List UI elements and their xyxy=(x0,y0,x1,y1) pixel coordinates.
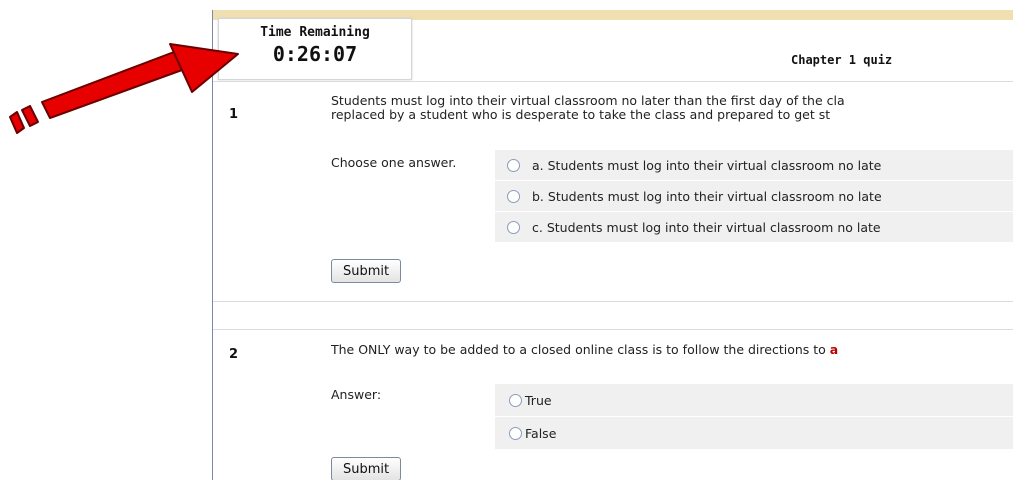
divider xyxy=(213,329,1013,330)
radio-button[interactable] xyxy=(509,426,522,440)
annotation-arrow xyxy=(9,43,239,134)
option-label: a. Students must log into their virtual … xyxy=(532,157,882,173)
option-label: b. Students must log into their virtual … xyxy=(532,188,882,204)
option-row[interactable]: False xyxy=(495,417,1013,449)
options-list: True False xyxy=(495,384,1013,450)
options-list: a. Students must log into their virtual … xyxy=(495,150,1013,243)
option-row[interactable]: c. Students must log into their virtual … xyxy=(495,212,1013,242)
answer-prompt: Choose one answer. xyxy=(331,155,457,170)
question-text-line: The ONLY way to be added to a closed onl… xyxy=(331,342,826,357)
quiz-frame: Time Remaining 0:26:07 Chapter 1 quiz 1 … xyxy=(212,10,1013,480)
option-row[interactable]: True xyxy=(495,384,1013,416)
radio-button[interactable] xyxy=(509,393,522,407)
divider xyxy=(213,81,1013,82)
quiz-title: Chapter 1 quiz xyxy=(791,53,893,67)
submit-button[interactable]: Submit xyxy=(331,259,402,283)
question-number: 2 xyxy=(229,347,239,362)
question-text-line: Students must log into their virtual cla… xyxy=(331,93,845,108)
question-link[interactable]: a xyxy=(830,342,838,357)
submit-button[interactable]: Submit xyxy=(331,457,402,480)
question-text: Students must log into their virtual cla… xyxy=(331,94,845,122)
option-row[interactable]: a. Students must log into their virtual … xyxy=(495,150,1013,180)
option-label: True xyxy=(525,392,552,408)
question-text-line: replaced by a student who is desperate t… xyxy=(331,107,831,122)
divider xyxy=(213,301,1013,302)
option-label: False xyxy=(525,425,557,441)
radio-button[interactable] xyxy=(507,189,520,203)
question-text: The ONLY way to be added to a closed onl… xyxy=(331,343,838,357)
option-row[interactable]: b. Students must log into their virtual … xyxy=(495,181,1013,211)
answer-prompt: Answer: xyxy=(331,387,382,402)
radio-button[interactable] xyxy=(507,220,520,234)
radio-button[interactable] xyxy=(507,158,520,172)
option-label: c. Students must log into their virtual … xyxy=(532,219,881,235)
